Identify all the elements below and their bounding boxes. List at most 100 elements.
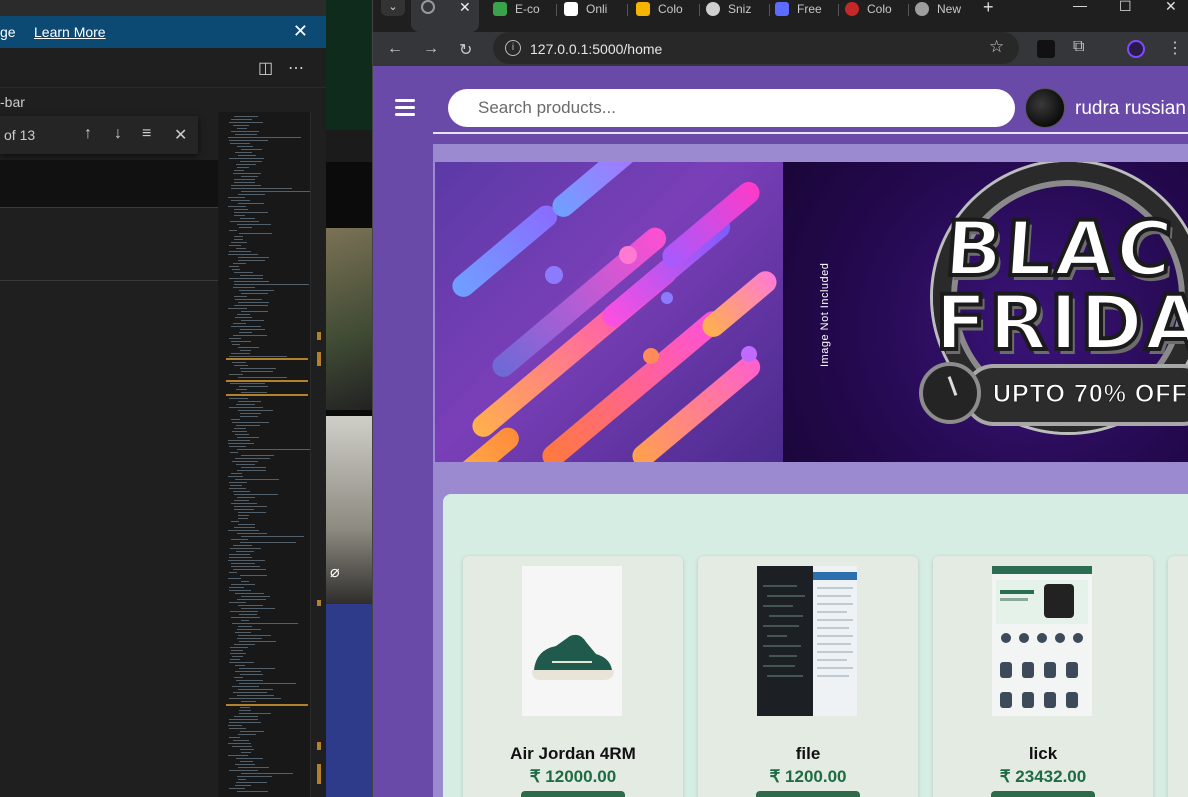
minimap-line	[239, 290, 274, 291]
minimap-line	[234, 506, 267, 507]
product-image[interactable]	[757, 566, 857, 716]
product-image[interactable]	[522, 566, 622, 716]
minimap-line	[241, 320, 264, 321]
address-bar[interactable]: i 127.0.0.1:5000/home ☆	[493, 32, 1019, 64]
minimap-line	[234, 644, 255, 645]
minimap-line	[232, 269, 240, 270]
tab-2[interactable]: Colo	[636, 0, 700, 24]
minimap-line	[234, 716, 258, 717]
minimap-line	[233, 740, 249, 741]
minimap-line	[229, 698, 281, 699]
browser-menu-icon[interactable]: ⋮	[1167, 38, 1183, 58]
close-icon[interactable]: ✕	[293, 21, 308, 42]
url-text: 127.0.0.1:5000/home	[530, 41, 663, 57]
minimap-line	[235, 785, 251, 786]
mic-off-icon[interactable]: ⌀	[330, 562, 340, 582]
minimap-line	[237, 533, 267, 534]
tab-1[interactable]: Onli	[564, 0, 628, 24]
minimap-line	[229, 572, 237, 573]
background-window: ⌀	[326, 0, 372, 797]
minimap-line	[240, 707, 250, 708]
tab-search-icon[interactable]: ⌄	[381, 0, 405, 16]
minimap-line	[231, 341, 251, 342]
minimap-line	[237, 629, 261, 630]
minimap-line	[229, 356, 287, 357]
minimap-line	[231, 563, 255, 564]
tab-separator	[838, 4, 839, 16]
minimap-line	[231, 326, 261, 327]
web-page: rudra russian Image Not I	[373, 66, 1188, 797]
minimap-line	[234, 500, 249, 501]
editor-toolbar: ◫ ⋯	[0, 48, 326, 88]
new-tab-icon[interactable]: +	[983, 0, 994, 18]
more-actions-icon[interactable]: ⋯	[288, 58, 304, 78]
minimap-line	[239, 668, 275, 669]
minimap-line	[239, 386, 268, 387]
minimap[interactable]	[218, 112, 313, 797]
minimap-line	[240, 542, 296, 543]
minimap-line	[241, 581, 249, 582]
maximize-icon[interactable]: ☐	[1119, 0, 1132, 15]
learn-more-link[interactable]: Learn More	[34, 24, 106, 40]
username[interactable]: rudra russian	[1075, 98, 1186, 120]
back-icon[interactable]: ←	[387, 40, 403, 58]
window-close-icon[interactable]: ✕	[1165, 0, 1177, 15]
search-input[interactable]	[448, 89, 1015, 127]
split-editor-icon[interactable]: ◫	[258, 58, 273, 78]
bookmark-star-icon[interactable]: ☆	[989, 37, 1004, 57]
minimap-line	[235, 764, 255, 765]
minimap-line	[235, 632, 251, 633]
product-image[interactable]	[992, 566, 1092, 716]
previous-match-icon[interactable]: ↑	[84, 125, 92, 143]
tab-3[interactable]: Sniz	[706, 0, 770, 24]
minimap-line	[229, 728, 246, 729]
minimap-line	[237, 497, 255, 498]
minimap-line	[236, 164, 256, 165]
site-info-icon[interactable]: i	[505, 40, 521, 56]
add-to-cart-button[interactable]	[756, 791, 860, 797]
minimap-line	[228, 254, 258, 255]
extension-icon[interactable]	[1037, 40, 1055, 58]
minimap-line	[231, 503, 257, 504]
minimap-line	[238, 194, 265, 195]
close-tab-icon[interactable]: ✕	[459, 0, 471, 16]
minimap-line	[234, 272, 253, 273]
minimap-line	[235, 479, 279, 480]
minimap-line	[238, 524, 255, 525]
tab-4[interactable]: Free	[775, 0, 839, 24]
minimap-line	[229, 482, 247, 483]
forward-icon[interactable]: →	[423, 40, 439, 58]
tab-5[interactable]: Colo	[845, 0, 909, 24]
next-match-icon[interactable]: ↓	[114, 125, 122, 143]
product-card[interactable]: lick ₹ 23432.00	[933, 556, 1153, 797]
tab-active[interactable]: ✕	[411, 0, 479, 32]
tab-label: Onli	[586, 2, 608, 16]
minimap-line	[233, 125, 249, 126]
close-find-icon[interactable]: ✕	[174, 125, 187, 145]
product-card[interactable]	[1168, 556, 1188, 797]
editor-scrollbar[interactable]	[310, 112, 326, 797]
minimap-line	[240, 749, 254, 750]
add-to-cart-button[interactable]	[991, 791, 1095, 797]
profile-icon[interactable]	[1127, 40, 1145, 58]
minimize-icon[interactable]: —	[1073, 0, 1087, 13]
product-card[interactable]: Air Jordan 4RM ₹ 12000.00	[463, 556, 683, 797]
extensions-puzzle-icon[interactable]: ⧉	[1073, 38, 1084, 56]
add-to-cart-button[interactable]	[521, 791, 625, 797]
avatar[interactable]	[1025, 88, 1065, 128]
find-in-selection-icon[interactable]: ≡	[142, 125, 151, 143]
tab-0[interactable]: E-co	[493, 0, 557, 24]
minimap-line	[231, 242, 247, 243]
product-name: Air Jordan 4RM	[510, 744, 636, 763]
menu-icon[interactable]	[395, 99, 415, 117]
tab-label: New	[937, 2, 962, 16]
minimap-line	[228, 440, 250, 441]
product-card[interactable]: file ₹ 1200.00	[698, 556, 918, 797]
reload-icon[interactable]: ↻	[459, 40, 472, 60]
minimap-line	[234, 509, 254, 510]
minimap-line	[240, 368, 276, 369]
notification-text: ge	[0, 24, 16, 40]
minimap-line	[239, 233, 272, 234]
minimap-line	[229, 140, 268, 141]
tab-6[interactable]: New	[915, 0, 973, 24]
